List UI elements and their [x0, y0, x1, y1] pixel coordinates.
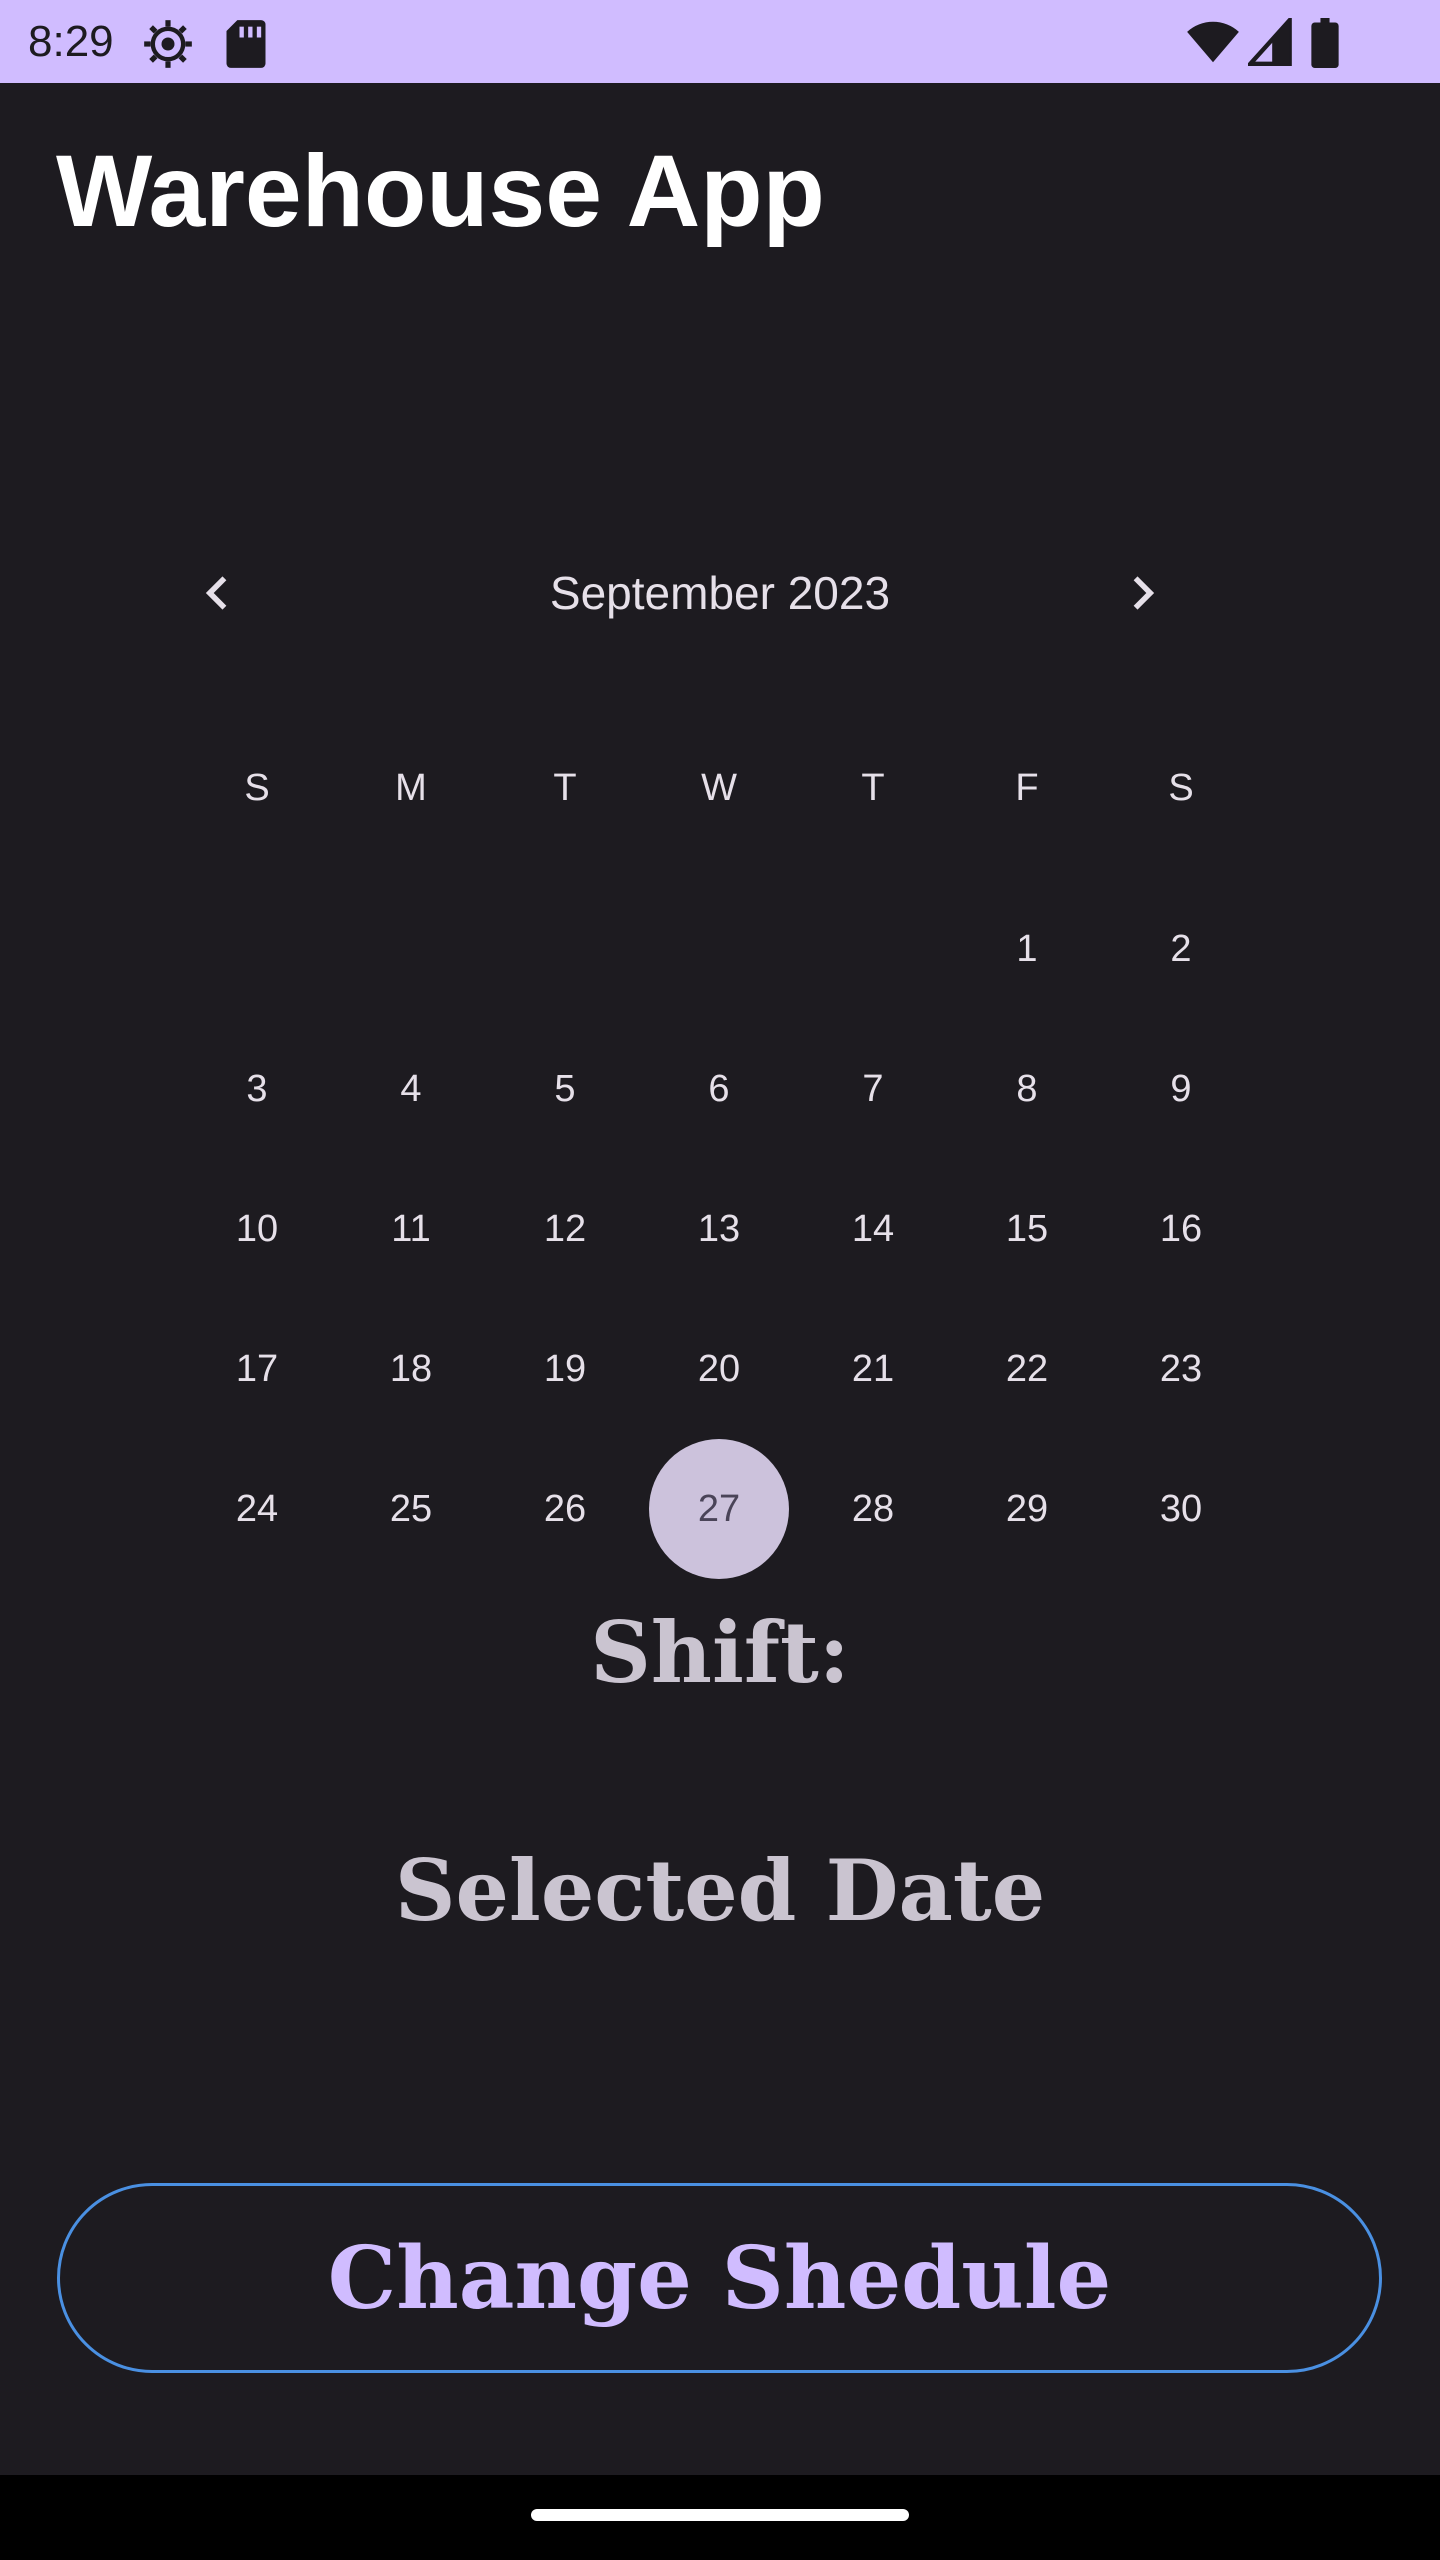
- calendar-day-number: 5: [554, 1067, 576, 1110]
- calendar-day[interactable]: 8: [950, 1019, 1104, 1159]
- weekday-label: T: [553, 767, 577, 809]
- calendar-day-number: 29: [1005, 1487, 1049, 1530]
- calendar-day-number: 23: [1159, 1347, 1203, 1390]
- calendar-day[interactable]: 26: [488, 1439, 642, 1579]
- calendar-day-number: 14: [851, 1207, 895, 1250]
- wifi-icon: [1186, 18, 1240, 71]
- status-time: 8:29: [28, 17, 114, 66]
- calendar-day-number: 10: [235, 1207, 279, 1250]
- calendar-day-number: 22: [1005, 1347, 1049, 1390]
- calendar-day[interactable]: 23: [1104, 1299, 1258, 1439]
- calendar-day[interactable]: 30: [1104, 1439, 1258, 1579]
- calendar-day-number: 7: [862, 1067, 884, 1110]
- shift-label: Shift:: [590, 1603, 850, 1702]
- calendar-day-number: 25: [389, 1487, 433, 1530]
- calendar-day[interactable]: 21: [796, 1299, 950, 1439]
- calendar-day-empty: [334, 879, 488, 1019]
- calendar-day-number: 8: [1016, 1067, 1038, 1110]
- page-title: Warehouse App: [56, 134, 825, 248]
- calendar-day[interactable]: 9: [1104, 1019, 1258, 1159]
- change-schedule-button[interactable]: Change Shedule: [57, 2183, 1382, 2373]
- calendar-day[interactable]: 20: [642, 1299, 796, 1439]
- weekday-label: S: [1168, 767, 1194, 809]
- calendar-day-number: 4: [400, 1067, 422, 1110]
- calendar-day[interactable]: 7: [796, 1019, 950, 1159]
- calendar-day[interactable]: 15: [950, 1159, 1104, 1299]
- calendar-day-empty: [642, 879, 796, 1019]
- app-screen: Warehouse App September 2023 S M T W T F…: [0, 83, 1440, 2475]
- calendar-day[interactable]: 18: [334, 1299, 488, 1439]
- calendar-header: September 2023: [198, 543, 1242, 643]
- calendar-day-empty: [488, 879, 642, 1019]
- cell-signal-icon: [1245, 14, 1292, 71]
- navigation-bar: [0, 2475, 1440, 2560]
- calendar-day-empty: [180, 879, 334, 1019]
- calendar-day-number: 16: [1159, 1207, 1203, 1250]
- weekday-label: M: [395, 767, 427, 809]
- calendar-day[interactable]: 12: [488, 1159, 642, 1299]
- calendar-day-number: 15: [1005, 1207, 1049, 1250]
- calendar-day-number: 26: [543, 1487, 587, 1530]
- calendar-day[interactable]: 10: [180, 1159, 334, 1299]
- home-gesture-handle[interactable]: [531, 2509, 909, 2521]
- calendar-day-number: 17: [235, 1347, 279, 1390]
- selected-date-label: Selected Date: [394, 1841, 1046, 1940]
- calendar-day-number: 6: [708, 1067, 730, 1110]
- calendar-day[interactable]: 11: [334, 1159, 488, 1299]
- calendar-day-empty: [796, 879, 950, 1019]
- calendar-day-number: 18: [389, 1347, 433, 1390]
- calendar-day-number: 11: [391, 1207, 431, 1250]
- calendar-day[interactable]: 28: [796, 1439, 950, 1579]
- weekday-header-row: S M T W T F S: [180, 753, 1260, 823]
- calendar-day-number: 13: [697, 1207, 741, 1250]
- calendar-day-number: 24: [235, 1487, 279, 1530]
- calendar-day-number: 21: [851, 1347, 895, 1390]
- calendar-day[interactable]: 1: [950, 879, 1104, 1019]
- calendar-day-number: 30: [1159, 1487, 1203, 1530]
- weekday-label: W: [701, 767, 737, 809]
- weekday-label: F: [1015, 767, 1039, 809]
- calendar-day-number: 1: [1016, 927, 1038, 970]
- sd-card-icon: [224, 18, 268, 75]
- calendar-day-number: 12: [543, 1207, 587, 1250]
- weekday-label: S: [244, 767, 270, 809]
- status-bar: 8:29: [0, 0, 1440, 83]
- chevron-right-icon: [1133, 576, 1155, 610]
- battery-icon: [1310, 18, 1340, 73]
- calendar-day[interactable]: 6: [642, 1019, 796, 1159]
- calendar-day[interactable]: 17: [180, 1299, 334, 1439]
- calendar-day[interactable]: 29: [950, 1439, 1104, 1579]
- calendar-day[interactable]: 22: [950, 1299, 1104, 1439]
- calendar-day[interactable]: 24: [180, 1439, 334, 1579]
- next-month-button[interactable]: [1082, 543, 1202, 643]
- calendar-day[interactable]: 3: [180, 1019, 334, 1159]
- weekday-label: T: [861, 767, 885, 809]
- calendar-day-selected[interactable]: 27: [642, 1439, 796, 1579]
- calendar-day-number: 3: [246, 1067, 268, 1110]
- calendar-day[interactable]: 14: [796, 1159, 950, 1299]
- settings-gear-icon: [142, 18, 194, 75]
- calendar-day[interactable]: 4: [334, 1019, 488, 1159]
- calendar-day[interactable]: 19: [488, 1299, 642, 1439]
- calendar-day-number: 20: [697, 1347, 741, 1390]
- calendar-day[interactable]: 13: [642, 1159, 796, 1299]
- calendar-day[interactable]: 2: [1104, 879, 1258, 1019]
- calendar-day[interactable]: 5: [488, 1019, 642, 1159]
- calendar-day[interactable]: 16: [1104, 1159, 1258, 1299]
- calendar-day-number: 9: [1170, 1067, 1192, 1110]
- calendar-day-number: 28: [851, 1487, 895, 1530]
- calendar-day-number: 19: [543, 1347, 587, 1390]
- calendar-day-grid: 1 2 3 4 5 6 7 8 9 10 11 12 13 14 15 16 17 18 19 20 21 22 23 24 2…: [180, 879, 1260, 1579]
- calendar-day[interactable]: 25: [334, 1439, 488, 1579]
- calendar-day-number: 2: [1170, 927, 1192, 970]
- calendar-day-number: 27: [649, 1439, 789, 1579]
